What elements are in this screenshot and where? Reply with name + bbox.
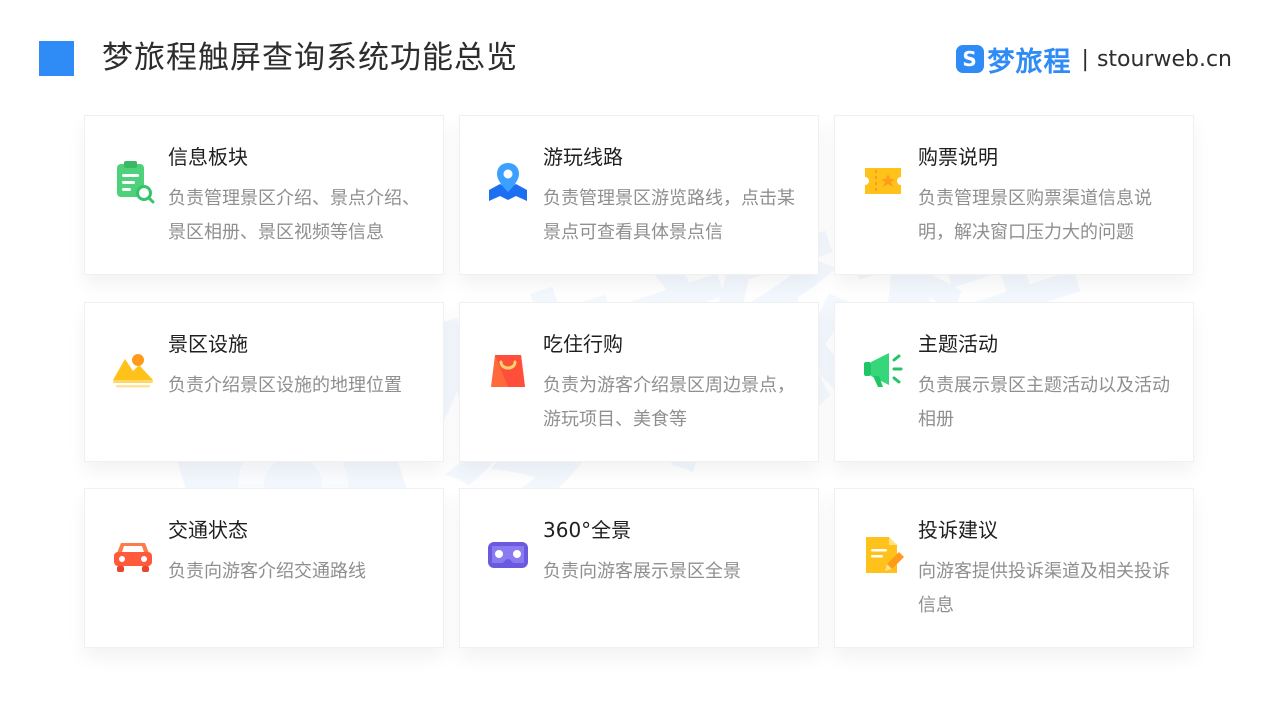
brand-name: 梦旅程 bbox=[987, 46, 1072, 78]
card-desc: 负责管理景区介绍、景点介绍、景区相册、景区视频等信息 bbox=[168, 188, 420, 243]
card-title: 景区设施 bbox=[168, 332, 248, 356]
megaphone-icon bbox=[861, 347, 905, 391]
card-desc: 负责向游客展示景区全景 bbox=[543, 561, 741, 582]
vr-headset-icon bbox=[486, 533, 530, 577]
card-title: 360°全景 bbox=[543, 518, 632, 542]
card-traffic-status[interactable]: 交通状态 负责向游客介绍交通路线 bbox=[84, 488, 444, 648]
card-title: 主题活动 bbox=[918, 332, 998, 356]
clipboard-search-icon bbox=[111, 160, 155, 204]
card-title: 投诉建议 bbox=[918, 518, 998, 542]
brand-logo-icon: S bbox=[955, 45, 984, 73]
brand: S 梦旅程 | stourweb.cn bbox=[955, 40, 1232, 78]
card-title: 购票说明 bbox=[918, 145, 998, 169]
card-desc: 负责向游客介绍交通路线 bbox=[168, 561, 366, 582]
card-desc: 负责介绍景区设施的地理位置 bbox=[168, 375, 402, 396]
card-panorama-360[interactable]: 360°全景 负责向游客展示景区全景 bbox=[459, 488, 819, 648]
page-title: 梦旅程触屏查询系统功能总览 bbox=[102, 40, 518, 76]
card-title: 交通状态 bbox=[168, 518, 248, 542]
card-desc: 负责为游客介绍景区周边景点，游玩项目、美食等 bbox=[543, 375, 795, 430]
card-title: 信息板块 bbox=[168, 145, 248, 169]
brand-url: stourweb.cn bbox=[1096, 46, 1232, 72]
card-complaints-suggestions[interactable]: 投诉建议 向游客提供投诉渠道及相关投诉信息 bbox=[834, 488, 1194, 648]
card-desc: 负责展示景区主题活动以及活动相册 bbox=[918, 375, 1170, 430]
card-desc: 负责管理景区购票渠道信息说明，解决窗口压力大的问题 bbox=[918, 188, 1152, 243]
card-info-section[interactable]: 信息板块 负责管理景区介绍、景点介绍、景区相册、景区视频等信息 bbox=[84, 115, 444, 275]
brand-separator: | bbox=[1081, 46, 1089, 72]
shopping-bag-icon bbox=[486, 347, 530, 391]
card-facilities[interactable]: 景区设施 负责介绍景区设施的地理位置 bbox=[84, 302, 444, 462]
ticket-icon bbox=[861, 160, 905, 204]
card-tour-routes[interactable]: 游玩线路 负责管理景区游览路线，点击某景点可查看具体景点信 bbox=[459, 115, 819, 275]
card-desc: 向游客提供投诉渠道及相关投诉信息 bbox=[918, 561, 1170, 616]
card-ticket-info[interactable]: 购票说明 负责管理景区购票渠道信息说明，解决窗口压力大的问题 bbox=[834, 115, 1194, 275]
card-desc: 负责管理景区游览路线，点击某景点可查看具体景点信 bbox=[543, 188, 795, 243]
header-accent-square bbox=[39, 41, 74, 76]
car-icon bbox=[111, 533, 155, 577]
landscape-icon bbox=[111, 347, 155, 391]
map-pin-icon bbox=[486, 160, 530, 204]
card-title: 游玩线路 bbox=[543, 145, 623, 169]
card-title: 吃住行购 bbox=[543, 332, 623, 356]
document-pen-icon bbox=[861, 533, 905, 577]
card-food-lodging-shopping[interactable]: 吃住行购 负责为游客介绍景区周边景点，游玩项目、美食等 bbox=[459, 302, 819, 462]
card-theme-events[interactable]: 主题活动 负责展示景区主题活动以及活动相册 bbox=[834, 302, 1194, 462]
